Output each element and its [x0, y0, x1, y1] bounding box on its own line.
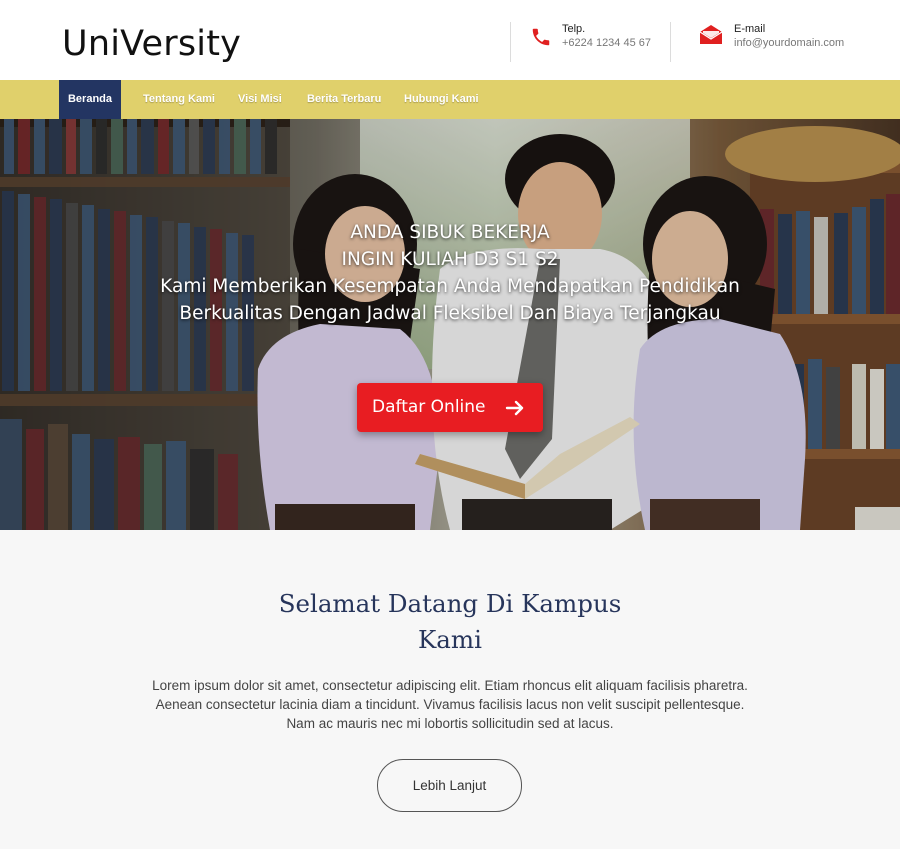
nav-item-hubungi-kami[interactable]: Hubungi Kami	[404, 80, 479, 119]
email-contact: E-mail info@yourdomain.com	[698, 22, 844, 50]
arrow-right-icon	[505, 400, 524, 416]
top-header: UniVersity Telp. +6224 1234 45 67 E-mail…	[0, 0, 900, 80]
header-divider	[510, 22, 511, 62]
welcome-body-line-3: Nam ac mauris nec mi lobortis sollicitud…	[286, 716, 614, 731]
nav-item-berita-terbaru[interactable]: Berita Terbaru	[307, 80, 381, 119]
hero-line-2: INGIN KULIAH D3 S1 S2	[341, 249, 559, 270]
welcome-body-line-1: Lorem ipsum dolor sit amet, consectetur …	[152, 678, 748, 693]
envelope-icon	[699, 25, 723, 44]
hero-line-3: Kami Memberikan Kesempatan Anda Mendapat…	[160, 276, 740, 297]
daftar-online-label: Daftar Online	[372, 397, 486, 417]
welcome-title-line-2: Kami	[418, 625, 482, 654]
main-nav: Beranda Tentang Kami Visi Misi Berita Te…	[0, 80, 900, 119]
welcome-title: Selamat Datang Di Kampus Kami	[250, 586, 650, 658]
nav-item-tentang-kami[interactable]: Tentang Kami	[143, 80, 215, 119]
hero-line-1: ANDA SIBUK BEKERJA	[350, 222, 550, 243]
hero-banner: ANDA SIBUK BEKERJA INGIN KULIAH D3 S1 S2…	[0, 119, 900, 530]
header-divider	[670, 22, 671, 62]
welcome-section: Selamat Datang Di Kampus Kami Lorem ipsu…	[0, 530, 900, 849]
nav-item-beranda[interactable]: Beranda	[59, 80, 121, 119]
daftar-online-button[interactable]: Daftar Online	[357, 383, 543, 432]
site-logo[interactable]: UniVersity	[62, 24, 241, 64]
email-label: E-mail	[734, 23, 766, 35]
phone-number[interactable]: +6224 1234 45 67	[562, 36, 651, 50]
lebih-lanjut-button[interactable]: Lebih Lanjut	[377, 759, 522, 812]
phone-icon	[532, 28, 550, 46]
welcome-paragraph: Lorem ipsum dolor sit amet, consectetur …	[120, 676, 780, 733]
nav-item-visi-misi[interactable]: Visi Misi	[238, 80, 282, 119]
phone-label: Telp.	[562, 23, 586, 35]
email-address[interactable]: info@yourdomain.com	[734, 36, 844, 50]
phone-contact: Telp. +6224 1234 45 67	[530, 22, 651, 50]
hero-line-4: Berkualitas Dengan Jadwal Fleksibel Dan …	[179, 303, 721, 324]
welcome-body-line-2: Aenean consectetur lacinia diam a tincid…	[155, 697, 745, 712]
welcome-title-line-1: Selamat Datang Di Kampus	[278, 589, 622, 618]
